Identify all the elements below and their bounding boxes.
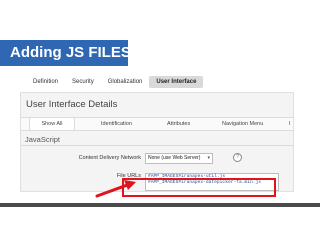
- bottom-bar: [0, 203, 320, 207]
